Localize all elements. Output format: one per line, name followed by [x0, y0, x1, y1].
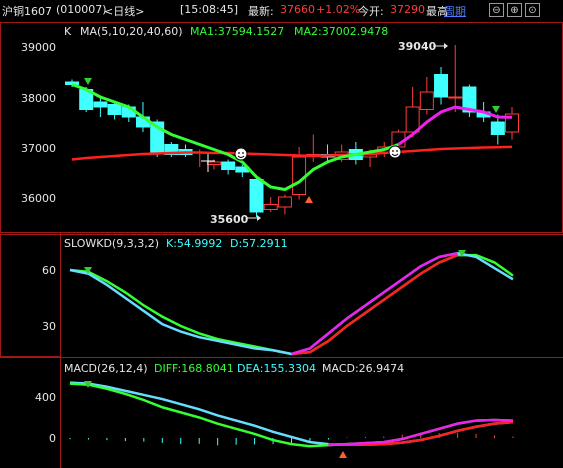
ma1-line	[71, 83, 513, 192]
open-value: 37290	[390, 3, 425, 16]
macd-y-tick-400: 400	[35, 391, 56, 404]
kd-k-line	[69, 251, 514, 356]
main-label-k: K	[64, 25, 72, 38]
low-arrow-head	[257, 215, 261, 221]
smiley-icon	[234, 147, 248, 161]
candle-body	[263, 204, 278, 210]
candle-body	[490, 121, 505, 135]
y-tick-38000: 38000	[21, 92, 56, 105]
candle-body	[448, 96, 463, 99]
macd-value: MACD:26.9474	[322, 362, 404, 375]
kd-k-value: K:54.9992	[166, 237, 222, 250]
macd-label: MACD(26,12,4)	[64, 362, 148, 375]
buy-signal-icon	[305, 196, 313, 203]
ma2-value: MA2:37002.9478	[294, 25, 388, 38]
y-tick-39000: 39000	[21, 41, 56, 54]
macd-dea-line	[69, 381, 514, 446]
high-arrow-head	[444, 43, 448, 49]
kd-y-tick-30: 30	[42, 320, 56, 333]
macd-dea-value: DEA:155.3304	[237, 362, 316, 375]
kd-y-tick-60: 60	[42, 264, 56, 277]
title-bar: 沪铜1607 (010007) <日线> [15:08:45] 最新: 3766…	[0, 0, 563, 22]
high-annotation: 39040	[398, 40, 437, 53]
kd-cross-overlay	[291, 253, 459, 356]
change-percent: +1.02%	[316, 3, 361, 16]
sell-signal-icon	[492, 106, 500, 113]
macd-signal-icon	[339, 451, 347, 458]
candle-body	[65, 81, 79, 85]
candle-body	[221, 161, 236, 170]
candle-body	[277, 196, 292, 208]
open-label: 今开:	[358, 5, 384, 18]
candle-body	[434, 74, 449, 98]
candle-body	[419, 91, 434, 110]
kd-label: SLOWKD(9,3,3,2)	[64, 237, 159, 250]
reset-view-button[interactable]: ⊙	[525, 3, 540, 17]
y-tick-37000: 37000	[21, 142, 56, 155]
clock: [15:08:45]	[180, 3, 238, 16]
period-label[interactable]: <日线>	[104, 3, 144, 19]
y-tick-36000: 36000	[21, 192, 56, 205]
macd-diff-value: DIFF:168.8041	[154, 362, 234, 375]
ma-params: MA(5,10,20,40,60)	[80, 25, 183, 38]
kd-cross-overlay-k	[291, 251, 458, 356]
candlestick-series	[65, 45, 519, 217]
candle-body	[292, 156, 307, 195]
ma1-line-segment	[71, 83, 399, 192]
candle-body	[206, 161, 221, 165]
candle-body	[93, 101, 108, 108]
candle-body	[249, 179, 264, 213]
instrument-name: 沪铜1607	[2, 5, 52, 18]
zoom-out-button[interactable]: ⊖	[489, 3, 504, 17]
kd-axis-border	[0, 234, 61, 357]
latest-label: 最新:	[248, 5, 274, 18]
macd-diff-overlay	[328, 418, 514, 447]
cycle-link[interactable]: 周期	[444, 3, 466, 19]
smiley-icon	[388, 145, 402, 159]
candle-body	[405, 106, 420, 133]
candle-body	[107, 104, 122, 115]
sell-signal-icon	[84, 78, 92, 85]
low-annotation: 35600	[210, 213, 249, 226]
latest-value: 37660	[280, 3, 315, 16]
macd-y-tick-0: 0	[49, 432, 56, 445]
chart-area[interactable]: K MA(5,10,20,40,60) MA1:37594.1527 MA2:3…	[0, 22, 563, 468]
kd-d-value: D:57.2911	[230, 237, 288, 250]
instrument-code: (010007)	[56, 3, 107, 16]
zoom-in-button[interactable]: ⊕	[507, 3, 522, 17]
ma1-value: MA1:37594.1527	[190, 25, 284, 38]
ma2-line	[71, 145, 513, 161]
